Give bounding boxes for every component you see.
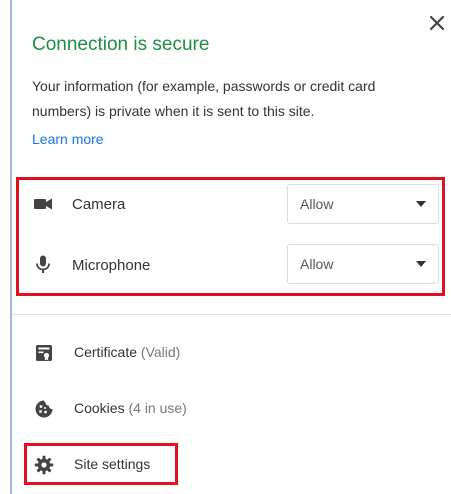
section-divider [12, 314, 451, 315]
learn-more-link[interactable]: Learn more [32, 131, 104, 147]
cookie-icon [35, 400, 53, 418]
cookies-count: (4 in use) [128, 400, 187, 416]
chevron-down-icon [416, 201, 426, 207]
camera-permission-select[interactable]: Allow [287, 184, 439, 224]
permission-label-microphone: Microphone [72, 257, 151, 274]
site-info-popup: Connection is secure Your information (f… [0, 0, 451, 494]
certificate-icon [36, 345, 52, 361]
microphone-permission-select[interactable]: Allow [287, 244, 439, 284]
chevron-down-icon [416, 261, 426, 267]
site-settings-highlight-box [24, 443, 178, 485]
permission-label-camera: Camera [72, 196, 126, 213]
cookies-label: Cookies (4 in use) [74, 400, 187, 416]
certificate-status: (Valid) [140, 344, 181, 360]
certificate-label: Certificate (Valid) [74, 344, 180, 360]
cookies-text: Cookies [74, 400, 125, 416]
camera-icon [34, 198, 52, 210]
camera-permission-value: Allow [300, 196, 334, 212]
certificate-text: Certificate [74, 344, 138, 360]
connection-status-title: Connection is secure [32, 34, 210, 55]
microphone-permission-value: Allow [300, 256, 334, 272]
close-icon[interactable] [428, 14, 446, 32]
privacy-description: Your information (for example, passwords… [32, 78, 376, 119]
microphone-icon [36, 255, 50, 273]
